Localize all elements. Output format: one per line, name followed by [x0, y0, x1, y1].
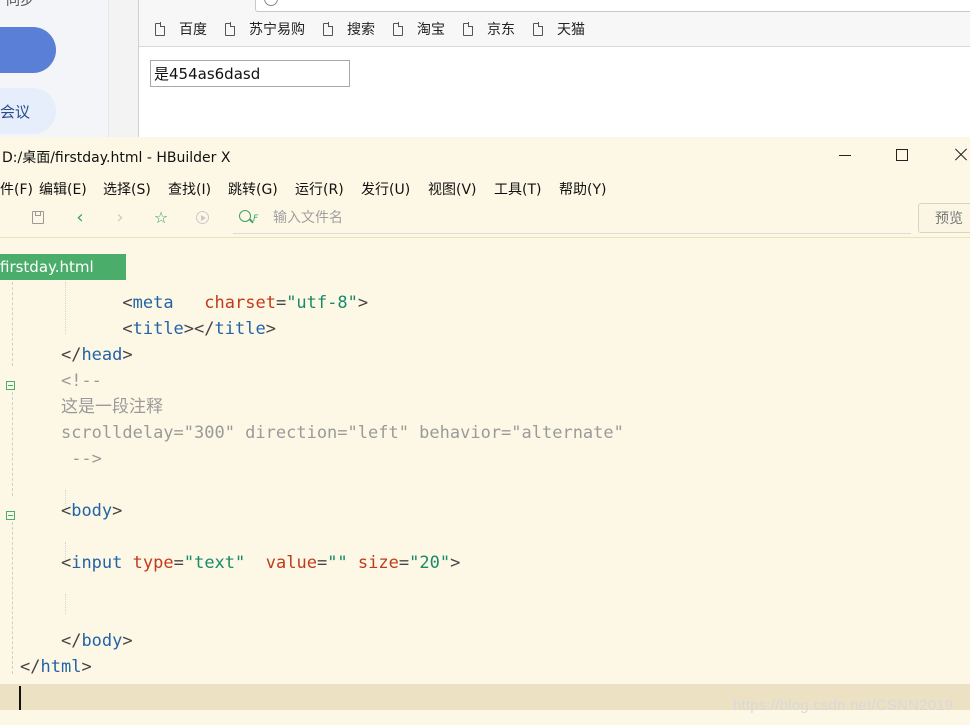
- close-button[interactable]: [948, 143, 970, 167]
- code-line: </head>: [60, 345, 133, 365]
- code-line: scrolldelay="300" direction="left" behav…: [60, 423, 624, 443]
- file-search-input[interactable]: [273, 208, 873, 228]
- left-app-top-text: 同步: [6, 0, 34, 9]
- page-text-input[interactable]: [150, 60, 350, 87]
- preview-button[interactable]: 预览: [918, 203, 970, 233]
- hbuilder-window: D:/桌面/firstday.html - HBuilder X 件(F) 编辑…: [0, 137, 970, 725]
- page-icon: [155, 22, 166, 36]
- bookmark-tmall[interactable]: 天猫: [533, 19, 585, 39]
- indent-guide: [65, 594, 66, 614]
- left-app-divider: [108, 0, 139, 137]
- editor-toolbar: ‹ › ☆ F 预览: [0, 199, 970, 238]
- watermark: https://blog.csdn.net/CSNN2019: [733, 697, 954, 714]
- editor-title-bar: D:/桌面/firstday.html - HBuilder X: [0, 137, 970, 173]
- code-line: <!--: [60, 371, 102, 391]
- bookmark-label: 天猫: [557, 22, 585, 38]
- menu-tools[interactable]: 工具(T): [494, 179, 541, 199]
- left-app-meeting-label: 会议: [0, 103, 31, 121]
- fold-toggle-comment[interactable]: [6, 381, 15, 390]
- address-bar[interactable]: [255, 0, 970, 12]
- page-icon: [225, 22, 236, 36]
- tab-firstday-html[interactable]: firstday.html: [0, 254, 126, 280]
- bookmark-baidu[interactable]: 百度: [155, 19, 207, 39]
- page-icon: [533, 22, 544, 36]
- menu-help[interactable]: 帮助(Y): [559, 179, 606, 199]
- code-line: 这是一段注释: [60, 397, 163, 417]
- star-icon[interactable]: ☆: [152, 209, 170, 227]
- file-search: F: [233, 207, 911, 234]
- window-title: D:/桌面/firstday.html - HBuilder X: [2, 150, 231, 166]
- code-line: </body>: [60, 631, 133, 651]
- left-background-app: 同步 会议: [0, 0, 139, 137]
- bookmark-suning[interactable]: 苏宁易购: [225, 19, 305, 39]
- code-editor[interactable]: <meta charset="utf-8"> <title></title> <…: [0, 282, 970, 725]
- bookmark-taobao[interactable]: 淘宝: [393, 19, 445, 39]
- page-icon: [323, 22, 334, 36]
- code-line: <title></title>: [122, 319, 276, 339]
- menu-find[interactable]: 查找(I): [168, 179, 211, 199]
- left-app-primary-pill[interactable]: [0, 27, 56, 73]
- code-line: <input type="text" value="" size="20">: [60, 553, 461, 573]
- menu-view[interactable]: 视图(V): [428, 179, 477, 199]
- run-icon[interactable]: [194, 209, 212, 227]
- search-icon-letter: F: [253, 214, 259, 224]
- bookmarks-bar: 百度 苏宁易购 搜索 淘宝 京东 天猫: [139, 12, 970, 47]
- bookmark-search[interactable]: 搜索: [323, 19, 375, 39]
- back-icon[interactable]: ‹: [71, 209, 89, 227]
- code-line: <meta charset="utf-8">: [122, 293, 369, 313]
- menu-file[interactable]: 件(F): [0, 179, 33, 199]
- menu-run[interactable]: 运行(R): [295, 179, 344, 199]
- bookmark-label: 苏宁易购: [249, 22, 305, 38]
- menu-goto[interactable]: 跳转(G): [228, 179, 278, 199]
- browser-toolbar: [139, 0, 970, 12]
- forward-icon[interactable]: ›: [111, 209, 129, 227]
- menu-edit[interactable]: 编辑(E): [39, 179, 87, 199]
- text-cursor: [19, 686, 21, 710]
- site-info-icon[interactable]: [264, 0, 278, 6]
- fold-guide: [12, 392, 13, 496]
- save-icon[interactable]: [30, 209, 48, 227]
- fold-guide: [12, 282, 13, 366]
- code-line: -->: [60, 449, 102, 469]
- page-icon: [463, 22, 474, 36]
- bookmark-label: 搜索: [347, 22, 375, 38]
- fold-toggle-body[interactable]: [6, 511, 15, 520]
- bookmark-label: 百度: [179, 22, 207, 38]
- bookmark-jd[interactable]: 京东: [463, 19, 515, 39]
- code-line: <body>: [60, 501, 123, 521]
- editor-tab-strip: firstday.html: [0, 238, 970, 282]
- code-line: </html>: [20, 657, 92, 677]
- page-icon: [393, 22, 404, 36]
- search-icon: [239, 210, 251, 222]
- menu-publish[interactable]: 发行(U): [361, 179, 410, 199]
- menu-select[interactable]: 选择(S): [103, 179, 151, 199]
- bookmark-label: 淘宝: [417, 22, 445, 38]
- menu-bar: 件(F) 编辑(E) 选择(S) 查找(I) 跳转(G) 运行(R) 发行(U)…: [0, 175, 970, 199]
- minimize-button[interactable]: [832, 143, 858, 167]
- fold-guide: [12, 522, 13, 674]
- maximize-button[interactable]: [889, 143, 915, 167]
- bookmark-label: 京东: [487, 22, 515, 38]
- browser-window: 百度 苏宁易购 搜索 淘宝 京东 天猫: [138, 0, 970, 137]
